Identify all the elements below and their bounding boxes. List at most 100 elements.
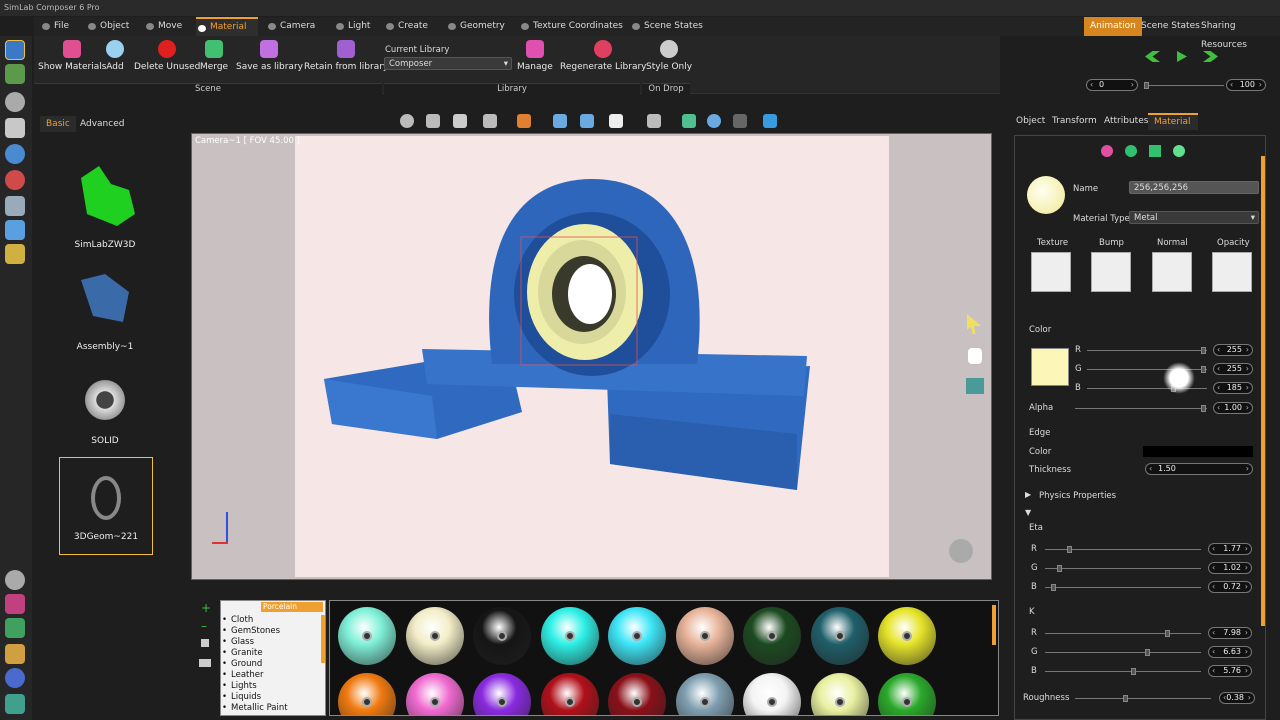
properties-scrollbar[interactable] <box>1261 156 1265 626</box>
category-item[interactable]: Ground <box>222 659 262 669</box>
undo-icon[interactable] <box>553 114 567 128</box>
delete-unused-button[interactable]: Delete Unused <box>134 40 200 72</box>
material-sphere-icon[interactable] <box>1173 145 1185 157</box>
current-library-select[interactable]: Composer ▾ <box>384 57 512 70</box>
k-r-field[interactable]: 7.98 <box>1208 627 1252 639</box>
menu-material[interactable]: Material <box>196 17 258 36</box>
select-tool-icon[interactable] <box>5 40 25 60</box>
slider-handle[interactable] <box>1051 584 1056 591</box>
slider-handle[interactable] <box>1145 649 1150 656</box>
view-cube-icon[interactable] <box>949 539 973 563</box>
save-as-library-button[interactable]: Save as library <box>236 40 303 72</box>
material-swatch[interactable] <box>540 607 599 665</box>
color-r-slider[interactable] <box>1087 347 1207 354</box>
opacity-map-slot[interactable] <box>1212 252 1252 292</box>
eta-b-field[interactable]: 0.72 <box>1208 581 1252 593</box>
screenshot-icon[interactable] <box>763 114 777 128</box>
redo-icon[interactable] <box>580 114 594 128</box>
eta-g-field[interactable]: 1.02 <box>1208 562 1252 574</box>
tab-advanced[interactable]: Advanced <box>74 116 130 132</box>
category-item[interactable]: Leather <box>222 670 264 680</box>
material-swatch[interactable] <box>405 607 464 665</box>
camera-tool-icon[interactable] <box>5 92 25 112</box>
slider-handle[interactable] <box>1201 405 1206 412</box>
expand-arrow-icon[interactable]: ▶ <box>1025 490 1031 499</box>
material-swatch[interactable] <box>608 607 666 665</box>
floor-icon[interactable] <box>733 114 747 128</box>
slider-handle[interactable] <box>1201 366 1206 373</box>
slider-handle[interactable] <box>1067 546 1072 553</box>
color-b-field[interactable]: 185 <box>1213 382 1253 394</box>
tab-animation[interactable]: Animation <box>1084 17 1142 36</box>
material-swatch[interactable] <box>405 673 464 715</box>
category-item[interactable]: Metallic Paint <box>222 703 288 713</box>
menu-camera[interactable]: Camera <box>266 17 315 36</box>
slider-handle[interactable] <box>1201 347 1206 354</box>
merge-button[interactable]: Merge <box>200 40 228 72</box>
material-swatch[interactable] <box>608 673 666 715</box>
play-icon[interactable] <box>1177 51 1187 62</box>
tab-material[interactable]: Material <box>1148 113 1198 130</box>
material-browser-icon[interactable] <box>1101 145 1113 157</box>
alpha-slider[interactable] <box>1075 405 1207 412</box>
settings-gear-icon[interactable] <box>5 570 25 590</box>
material-apply-icon[interactable] <box>1149 145 1161 157</box>
regenerate-library-button[interactable]: Regenerate Library <box>560 40 647 72</box>
tools-icon[interactable] <box>5 644 25 664</box>
menu-texture-coordinates[interactable]: Texture Coordinates <box>519 17 623 36</box>
help-icon[interactable] <box>5 668 25 688</box>
edge-color-swatch[interactable] <box>1143 446 1253 457</box>
material-swatch[interactable] <box>338 607 396 665</box>
material-swatch[interactable] <box>675 607 734 665</box>
rewind-icon[interactable] <box>1145 51 1160 62</box>
share-tool-icon[interactable] <box>5 594 25 614</box>
category-item[interactable]: Cloth <box>222 615 253 625</box>
material-swatch[interactable] <box>878 673 936 715</box>
library-item[interactable]: SimLabZW3D <box>58 156 152 254</box>
tab-sharing-resources[interactable]: Sharing Resources <box>1195 17 1280 50</box>
timeline-handle[interactable] <box>1144 82 1149 89</box>
material-swatch-grid[interactable] <box>329 600 999 716</box>
physics-properties-toggle[interactable]: Physics Properties <box>1039 491 1116 501</box>
roughness-slider[interactable] <box>1075 695 1211 702</box>
remove-category-icon[interactable]: – <box>201 619 207 633</box>
material-swatch[interactable] <box>473 607 531 665</box>
material-swatch[interactable] <box>675 673 734 715</box>
zoom-icon[interactable] <box>707 114 721 128</box>
select-pointer-icon[interactable] <box>609 114 623 128</box>
category-selected[interactable]: Porcelain <box>261 602 323 612</box>
manage-button[interactable]: Manage <box>517 40 553 72</box>
retain-from-library-button[interactable]: Retain from library <box>304 40 388 72</box>
material-name-input[interactable]: 256,256,256 <box>1129 181 1259 194</box>
category-item[interactable]: Granite <box>222 648 262 658</box>
light-probe-icon[interactable] <box>453 114 467 128</box>
texture-map-slot[interactable] <box>1031 252 1071 292</box>
material-swatch[interactable] <box>743 673 801 715</box>
collapse-arrow-icon[interactable]: ▼ <box>1025 508 1031 517</box>
bump-map-slot[interactable] <box>1091 252 1131 292</box>
menu-move[interactable]: Move <box>144 17 182 36</box>
roughness-field[interactable]: 0.38 <box>1219 692 1255 704</box>
library-menu-icon[interactable] <box>201 639 209 647</box>
eta-r-field[interactable]: 1.77 <box>1208 543 1252 555</box>
edge-thickness-field[interactable]: 1.50 <box>1145 463 1253 475</box>
orbit-icon[interactable] <box>400 114 414 128</box>
material-swatch[interactable] <box>743 607 801 665</box>
normal-map-slot[interactable] <box>1152 252 1192 292</box>
library-tool-icon[interactable] <box>5 118 25 138</box>
menu-object[interactable]: Object <box>86 17 129 36</box>
library-item[interactable]: Assembly~1 <box>58 258 152 356</box>
add-button[interactable]: Add <box>106 40 124 72</box>
swatch-scrollbar[interactable] <box>992 605 996 645</box>
material-swatch[interactable] <box>810 673 869 715</box>
slider-handle[interactable] <box>1131 668 1136 675</box>
move-gizmo-icon[interactable] <box>966 378 984 394</box>
tab-transform[interactable]: Transform <box>1046 113 1103 130</box>
alpha-field[interactable]: 1.00 <box>1213 402 1253 414</box>
k-g-slider[interactable] <box>1045 649 1201 656</box>
menu-create[interactable]: Create <box>384 17 428 36</box>
zoom-region-icon[interactable] <box>426 114 440 128</box>
pan-hand-icon[interactable] <box>968 348 982 364</box>
view-options-icon[interactable] <box>199 659 211 667</box>
k-r-slider[interactable] <box>1045 630 1201 637</box>
